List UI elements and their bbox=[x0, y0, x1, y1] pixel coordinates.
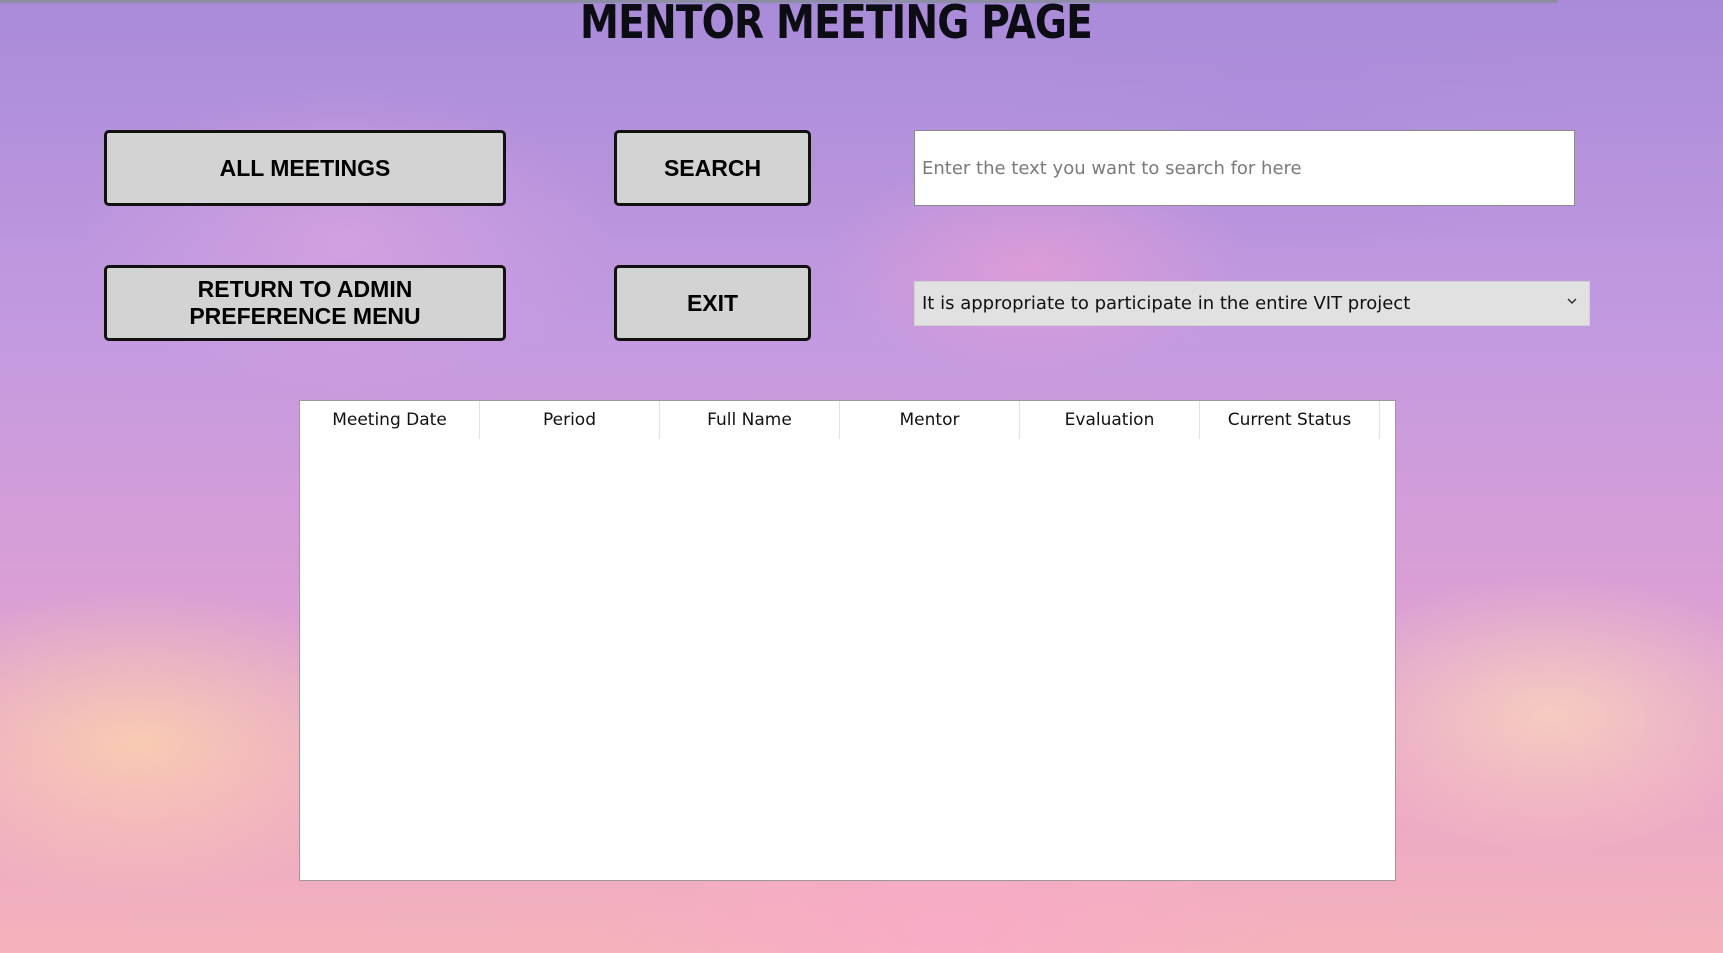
page-title: MENTOR MEETING PAGE bbox=[580, 0, 1093, 49]
exit-button[interactable]: EXIT bbox=[614, 265, 811, 341]
evaluation-filter-dropdown[interactable]: It is appropriate to participate in the … bbox=[914, 281, 1590, 326]
dropdown-selected-value: It is appropriate to participate in the … bbox=[922, 293, 1411, 314]
column-header-full-name[interactable]: Full Name bbox=[660, 401, 840, 439]
all-meetings-button[interactable]: ALL MEETINGS bbox=[104, 130, 506, 206]
meetings-table[interactable]: Meeting Date Period Full Name Mentor Eva… bbox=[299, 400, 1396, 881]
return-to-admin-menu-button[interactable]: RETURN TO ADMIN PREFERENCE MENU bbox=[104, 265, 506, 341]
search-button[interactable]: SEARCH bbox=[614, 130, 811, 206]
column-header-meeting-date[interactable]: Meeting Date bbox=[300, 401, 480, 439]
column-header-evaluation[interactable]: Evaluation bbox=[1020, 401, 1200, 439]
chevron-down-icon bbox=[1567, 298, 1577, 305]
column-header-mentor[interactable]: Mentor bbox=[840, 401, 1020, 439]
column-header-current-status[interactable]: Current Status bbox=[1200, 401, 1380, 439]
column-header-period[interactable]: Period bbox=[480, 401, 660, 439]
table-header: Meeting Date Period Full Name Mentor Eva… bbox=[300, 401, 1395, 439]
search-input[interactable] bbox=[914, 130, 1575, 206]
